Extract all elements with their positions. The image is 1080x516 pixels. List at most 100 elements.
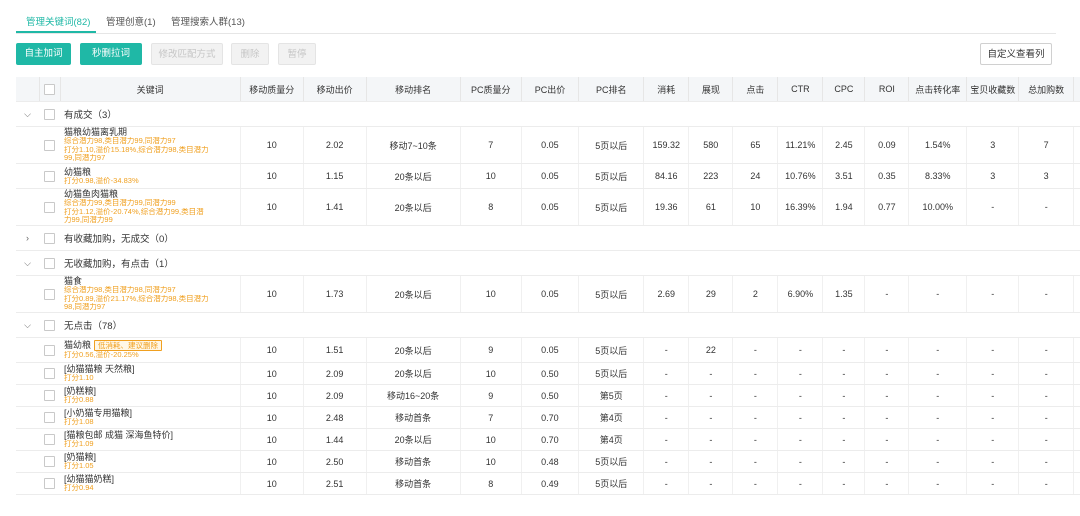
metric-cell: 0.70 <box>521 428 580 451</box>
row-checkbox[interactable] <box>44 434 56 446</box>
column-header[interactable]: 关键词 <box>60 77 241 102</box>
keyword-row[interactable]: [幼猫猫奶糕] 打分0.94 10 2.51 移动首条 8 0.49 5页以后 - - - - - - - -… <box>16 472 1080 495</box>
metric-cell <box>1073 472 1080 495</box>
column-header[interactable]: 展现 <box>688 77 734 102</box>
keyword-name[interactable]: [猫粮包邮 成猫 深海鱼特价] <box>64 430 173 440</box>
keyword-row[interactable]: 幼猫粮 打分0.98,溢价-34.83% 10 1.15 20条以后 10 0.05 5页以后… <box>16 163 1080 189</box>
pause-button[interactable]: 暂停 <box>278 43 316 65</box>
keyword-cell: 猫幼粮 低消耗、建议删除 打分0.56,溢价-20.25% <box>60 337 241 363</box>
group-checkbox[interactable] <box>44 257 56 269</box>
metric-cell: 移动首条 <box>366 472 461 495</box>
column-header[interactable]: 移动质量分 <box>240 77 304 102</box>
keyword-name[interactable]: [幼猫猫粮 天然粮] <box>64 364 135 374</box>
row-checkbox[interactable] <box>44 368 56 380</box>
chevron-right-icon[interactable]: › <box>24 234 32 243</box>
group-label: 有成交（3） <box>64 110 117 121</box>
group-checkbox[interactable] <box>44 108 56 120</box>
column-header[interactable]: PC质量分 <box>460 77 522 102</box>
add-keyword-button[interactable]: 自主加词 <box>16 43 71 65</box>
keyword-name[interactable]: [幼猫猫奶糕] <box>64 474 114 484</box>
group-checkbox[interactable] <box>44 319 56 331</box>
metric-cell: - <box>688 472 734 495</box>
tab-creatives[interactable]: 管理创意(1) <box>106 14 156 28</box>
row-checkbox[interactable] <box>44 456 56 468</box>
custom-columns-button[interactable]: 自定义查看列 <box>980 43 1052 65</box>
keyword-row[interactable]: 幼猫鱼肉猫粮 综合潜力99,类目潜力99,同潜力99 打分1.12,溢价-20.74… <box>16 188 1080 226</box>
keyword-row[interactable]: 猫幼粮 低消耗、建议删除 打分0.56,溢价-20.25% 10 1.51 20条以后 9 0… <box>16 337 1080 363</box>
metric-cell: 11.21% <box>777 126 824 164</box>
keyword-name[interactable]: 幼猫粮 <box>64 167 91 177</box>
keyword-cell: [猫粮包邮 成猫 深海鱼特价] 打分1.09 <box>60 428 241 451</box>
metric-cell: 3 <box>1018 163 1074 189</box>
keyword-row[interactable]: 猫食 综合潜力98,类目潜力98,同潜力97 打分0.89,溢价21.17%,综合潜… <box>16 275 1080 313</box>
group-row[interactable]: ⌵ 有成交（3） <box>16 101 1080 127</box>
metric-cell: 10 <box>240 188 304 226</box>
metric-cell: - <box>688 450 734 473</box>
metric-cell: 0.09 <box>864 126 910 164</box>
group-row[interactable]: ⌵ 无点击（78） <box>16 312 1080 338</box>
column-header[interactable]: PC排名 <box>578 77 645 102</box>
keyword-name[interactable]: [奶猫粮] <box>64 452 96 462</box>
tab-keywords[interactable]: 管理关键词(82) <box>26 14 90 28</box>
row-checkbox[interactable] <box>44 412 56 424</box>
keyword-row[interactable]: [奶糕粮] 打分0.88 10 2.09 移动16~20条 9 0.50 第5页 - - - - - - -… <box>16 384 1080 407</box>
delete-button[interactable]: 删除 <box>231 43 269 65</box>
metric-cell: - <box>777 406 824 429</box>
column-header[interactable]: CPC <box>822 77 866 102</box>
row-checkbox[interactable] <box>44 170 56 182</box>
row-checkbox[interactable] <box>44 478 56 490</box>
column-header[interactable]: CTR <box>777 77 824 102</box>
chevron-down-icon[interactable]: ⌵ <box>24 110 32 119</box>
column-header[interactable]: ROI <box>864 77 910 102</box>
tab-search-audience[interactable]: 管理搜索人群(13) <box>171 14 245 28</box>
keyword-row[interactable]: [幼猫猫粮 天然粮] 打分1.10 10 2.09 20条以后 10 0.50 5页以后 - - -… <box>16 362 1080 385</box>
metric-cell: 20条以后 <box>366 337 461 363</box>
column-header[interactable]: 点击转化率 <box>908 77 968 102</box>
keyword-name[interactable]: [小奶猫专用猫粮] <box>64 408 132 418</box>
keyword-name[interactable]: [奶糕粮] <box>64 386 96 396</box>
keyword-name[interactable]: 猫粮幼猫离乳期 <box>64 127 127 137</box>
keyword-name[interactable]: 猫食 <box>64 276 82 286</box>
metric-cell: 0.48 <box>521 450 580 473</box>
metric-cell: - <box>732 362 779 385</box>
row-checkbox[interactable] <box>44 288 56 300</box>
row-checkbox[interactable] <box>44 201 56 213</box>
group-checkbox[interactable] <box>44 232 56 244</box>
keyword-row[interactable]: 猫粮幼猫离乳期 综合潜力98,类目潜力99,同潜力97 打分1.10,溢价15.18… <box>16 126 1080 164</box>
keyword-row[interactable]: [猫粮包邮 成猫 深海鱼特价] 打分1.09 10 1.44 20条以后 10 0.70 第4… <box>16 428 1080 451</box>
keyword-cell: [奶糕粮] 打分0.88 <box>60 384 241 407</box>
chevron-down-icon[interactable]: ⌵ <box>24 321 32 330</box>
select-all-checkbox[interactable] <box>44 83 56 95</box>
group-row[interactable]: ⌵ 无收藏加购，有点击（1） <box>16 250 1080 276</box>
row-checkbox[interactable] <box>44 139 56 151</box>
metric-cell: 第5页 <box>578 384 645 407</box>
chevron-down-icon[interactable]: ⌵ <box>24 259 32 268</box>
toolbar: 自主加词 秒删拉词 修改匹配方式 删除 暂停 自定义查看列 <box>16 43 1056 65</box>
metric-cell: - <box>822 406 866 429</box>
row-checkbox[interactable] <box>44 344 56 356</box>
keyword-name[interactable]: 幼猫鱼肉猫粮 <box>64 189 118 199</box>
keyword-row[interactable]: [小奶猫专用猫粮] 打分1.08 10 2.48 移动首条 7 0.70 第4页 - - - - - - -… <box>16 406 1080 429</box>
match-mode-button[interactable]: 修改匹配方式 <box>151 43 223 65</box>
column-header[interactable]: 总加 <box>1073 77 1080 102</box>
quick-add-button[interactable]: 秒删拉词 <box>80 43 142 65</box>
column-header[interactable]: PC出价 <box>521 77 580 102</box>
metric-cell: 移动16~20条 <box>366 384 461 407</box>
column-header[interactable]: 消耗 <box>643 77 690 102</box>
metric-cell: 6.90% <box>777 275 824 313</box>
group-row[interactable]: › 有收藏加购，无成交（0） <box>16 225 1080 251</box>
metric-cell <box>1073 275 1080 313</box>
column-header[interactable]: 移动出价 <box>303 77 367 102</box>
row-checkbox[interactable] <box>44 390 56 402</box>
metric-cell: - <box>643 406 690 429</box>
column-header[interactable]: 点击 <box>732 77 779 102</box>
metric-cell: - <box>732 428 779 451</box>
column-header[interactable]: 移动排名 <box>366 77 461 102</box>
column-header[interactable]: 总加购数 <box>1018 77 1074 102</box>
metric-cell: 1.51 <box>303 337 367 363</box>
metric-cell: 第4页 <box>578 428 645 451</box>
keyword-row[interactable]: [奶猫粮] 打分1.05 10 2.50 移动首条 10 0.48 5页以后 - - - - - - - - - <box>16 450 1080 473</box>
column-header[interactable]: 宝贝收藏数 <box>966 77 1020 102</box>
keyword-name[interactable]: 猫幼粮 <box>64 340 91 350</box>
keyword-note: 打分0.98,溢价-34.83% <box>64 176 139 185</box>
